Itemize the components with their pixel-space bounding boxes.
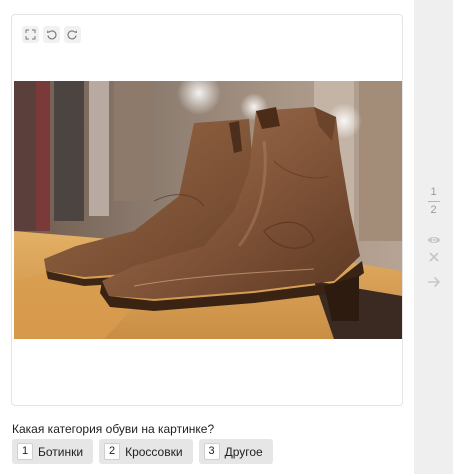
fraction-divider	[427, 201, 440, 202]
fullscreen-button[interactable]	[22, 26, 39, 43]
answer-button-other[interactable]: 3 Другое	[198, 439, 273, 464]
eye-icon[interactable]	[426, 232, 442, 248]
page-counter: 1 2	[414, 186, 453, 217]
arrow-right-icon[interactable]	[426, 274, 442, 290]
rotate-right-button[interactable]	[64, 26, 81, 43]
answer-label: Ботинки	[38, 444, 84, 459]
answer-button-sneakers[interactable]: 2 Кроссовки	[99, 439, 193, 464]
hotkey-badge: 1	[17, 443, 33, 460]
rotate-right-icon	[67, 30, 78, 40]
page-current: 1	[430, 186, 437, 198]
hotkey-badge: 3	[203, 443, 220, 460]
hotkey-badge: 2	[104, 443, 121, 460]
rotate-left-icon	[46, 30, 57, 40]
answer-button-boots[interactable]: 1 Ботинки	[12, 439, 94, 464]
close-icon[interactable]	[426, 249, 442, 265]
rotate-left-button[interactable]	[43, 26, 60, 43]
answer-options: 1 Ботинки 2 Кроссовки 3 Другое	[12, 439, 273, 464]
answer-label: Другое	[224, 444, 263, 459]
page-total: 2	[430, 204, 437, 216]
side-panel: 1 2	[414, 0, 453, 474]
task-image	[14, 81, 402, 339]
task-question: Какая категория обуви на картинке?	[12, 422, 215, 436]
answer-label: Кроссовки	[125, 444, 183, 459]
fullscreen-icon	[25, 29, 36, 40]
image-viewer	[11, 14, 403, 406]
